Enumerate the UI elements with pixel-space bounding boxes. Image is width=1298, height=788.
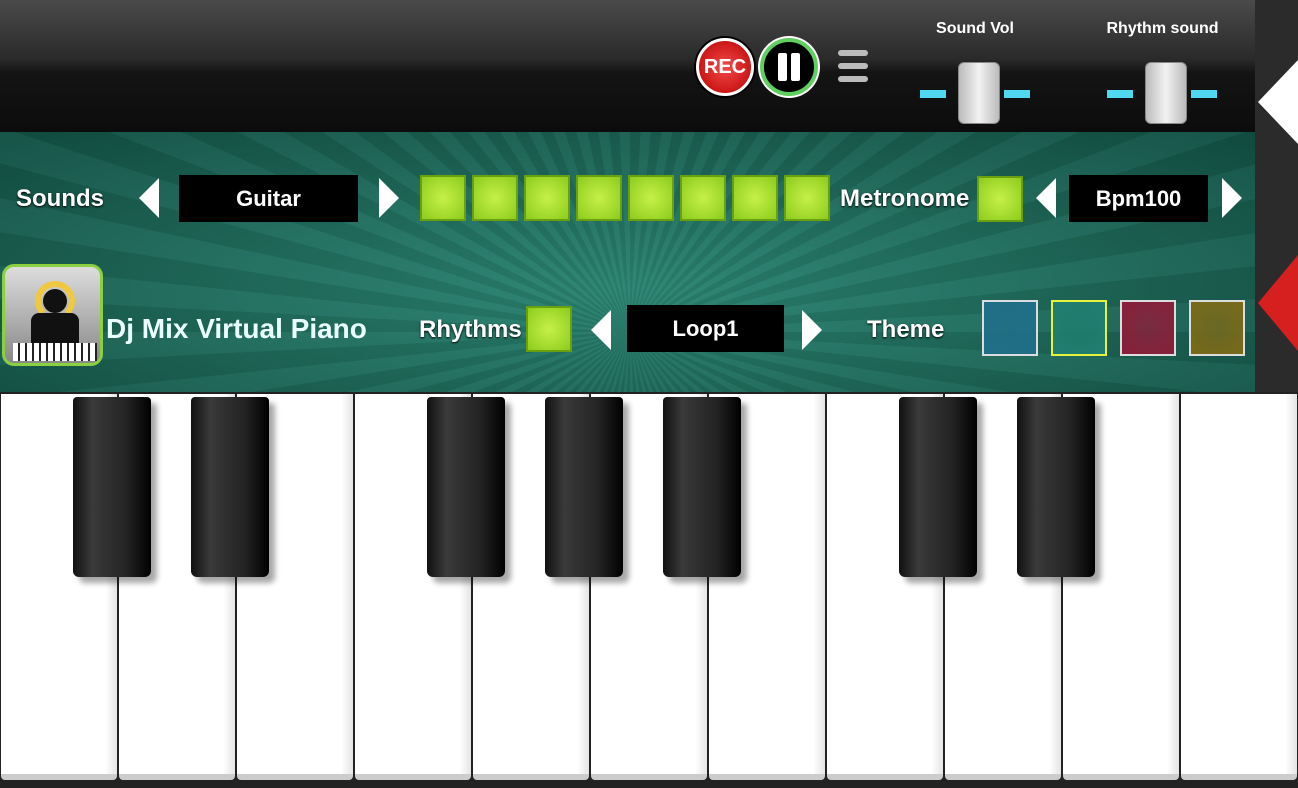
white-key[interactable] — [1181, 394, 1297, 780]
top-bar — [0, 0, 1255, 132]
rhythm-sound-slider[interactable] — [1107, 62, 1217, 128]
metronome-label: Metronome — [840, 185, 970, 212]
bpm-value: Bpm100 — [1069, 175, 1208, 222]
app-logo — [2, 264, 103, 366]
sound-pad[interactable] — [784, 175, 830, 221]
theme-swatch[interactable] — [1051, 300, 1107, 356]
metronome-toggle[interactable] — [977, 176, 1023, 222]
black-key[interactable] — [191, 397, 269, 577]
rhythms-label: Rhythms — [419, 316, 522, 343]
pause-icon — [778, 53, 787, 81]
theme-label: Theme — [867, 316, 945, 343]
black-key[interactable] — [545, 397, 623, 577]
sounds-label: Sounds — [16, 185, 104, 212]
theme-swatch[interactable] — [1189, 300, 1245, 356]
metronome-next-arrow-icon[interactable] — [1222, 178, 1242, 218]
sounds-next-arrow-icon[interactable] — [379, 178, 399, 218]
menu-button[interactable] — [838, 50, 868, 89]
sound-pad[interactable] — [420, 175, 466, 221]
black-key[interactable] — [899, 397, 977, 577]
sounds-prev-arrow-icon[interactable] — [139, 178, 159, 218]
sounds-value: Guitar — [179, 175, 358, 222]
octave-next-arrow-icon[interactable] — [1258, 60, 1298, 144]
sound-pad[interactable] — [472, 175, 518, 221]
black-key[interactable] — [73, 397, 151, 577]
rhythm-value: Loop1 — [627, 305, 784, 352]
octave-prev-arrow-icon[interactable] — [1258, 255, 1298, 351]
theme-swatch[interactable] — [982, 300, 1038, 356]
black-key[interactable] — [663, 397, 741, 577]
piano-keyboard — [0, 392, 1298, 788]
sound-pad[interactable] — [628, 175, 674, 221]
sound-pad[interactable] — [524, 175, 570, 221]
app-title: Dj Mix Virtual Piano — [106, 313, 367, 344]
metronome-prev-arrow-icon[interactable] — [1036, 178, 1056, 218]
theme-swatch[interactable] — [1120, 300, 1176, 356]
sound-pad[interactable] — [732, 175, 778, 221]
pause-button[interactable] — [760, 38, 818, 96]
black-key[interactable] — [427, 397, 505, 577]
sound-vol-slider[interactable] — [920, 62, 1030, 128]
rhythms-prev-arrow-icon[interactable] — [591, 310, 611, 350]
sound-pads — [420, 175, 830, 221]
black-key[interactable] — [1017, 397, 1095, 577]
sound-pad[interactable] — [680, 175, 726, 221]
rhythm-sound-label: Rhythm sound — [1106, 20, 1219, 37]
rhythms-next-arrow-icon[interactable] — [802, 310, 822, 350]
rhythms-toggle[interactable] — [526, 306, 572, 352]
sound-pad[interactable] — [576, 175, 622, 221]
record-button[interactable]: REC — [696, 38, 754, 96]
theme-swatches — [982, 300, 1245, 356]
sound-vol-label: Sound Vol — [936, 20, 1014, 37]
